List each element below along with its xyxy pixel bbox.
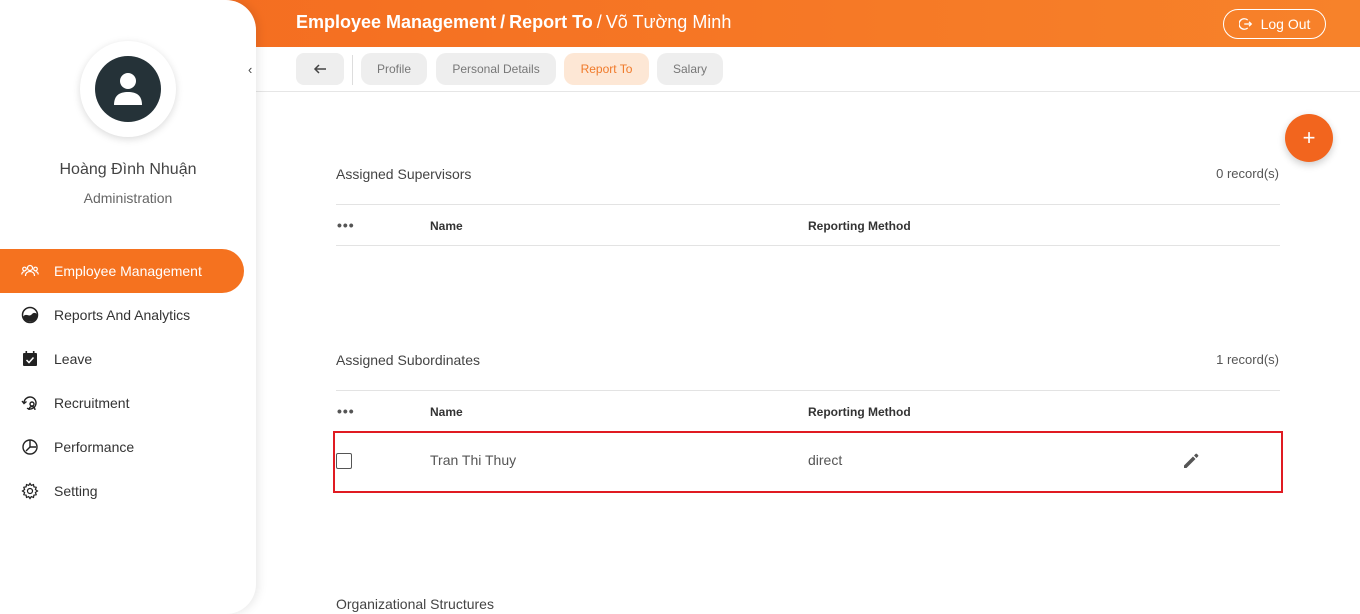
- org-structures-title: Organizational Structures: [336, 596, 494, 612]
- user-role: Administration: [83, 190, 173, 206]
- tabs-bar: Profile Personal Details Report To Salar…: [256, 47, 1360, 92]
- back-button[interactable]: [296, 53, 344, 85]
- add-button[interactable]: +: [1285, 114, 1333, 162]
- row-highlight-box: [333, 431, 1283, 493]
- tab-salary[interactable]: Salary: [657, 53, 723, 85]
- sidebar-item-reports-and-analytics[interactable]: Reports And Analytics: [0, 293, 244, 337]
- logout-button[interactable]: Log Out: [1223, 9, 1326, 39]
- supervisors-title: Assigned Supervisors: [336, 166, 472, 182]
- subordinates-title: Assigned Subordinates: [336, 352, 480, 368]
- breadcrumb: Employee Management / Report To / Võ Tường M…: [296, 12, 731, 33]
- avatar[interactable]: [80, 41, 176, 137]
- tab-personal-details[interactable]: Personal Details: [436, 53, 556, 85]
- user-icon: [114, 73, 142, 105]
- sidebar-item-label: Employee Management: [54, 263, 202, 279]
- calendar-check-icon: [21, 350, 39, 368]
- more-options-icon[interactable]: •••: [337, 403, 355, 419]
- supervisors-record-count: 0 record(s): [1216, 166, 1279, 181]
- more-options-icon[interactable]: •••: [337, 217, 355, 233]
- sidebar-item-label: Performance: [54, 439, 135, 455]
- divider: [352, 55, 353, 85]
- app-root: Employee Management / Report To / Võ Tường M…: [0, 0, 1360, 614]
- users-icon: [21, 262, 39, 280]
- logout-label: Log Out: [1260, 16, 1311, 32]
- sidebar: Hoàng Đình Nhuận Administration Employee…: [0, 0, 256, 614]
- analytics-icon: [21, 306, 39, 324]
- sidebar-item-performance[interactable]: Performance: [0, 425, 244, 469]
- subordinates-table-header: ••• Name Reporting Method: [336, 390, 1280, 432]
- collapse-sidebar-icon[interactable]: ‹: [248, 62, 252, 77]
- sidebar-item-label: Reports And Analytics: [54, 307, 191, 323]
- sidebar-item-setting[interactable]: Setting: [0, 469, 244, 513]
- recruitment-icon: [21, 394, 39, 412]
- performance-icon: [21, 438, 39, 456]
- sidebar-item-employee-management[interactable]: Employee Management: [0, 249, 244, 293]
- sidebar-item-label: Setting: [54, 483, 98, 499]
- avatar-circle: [95, 56, 161, 122]
- sidebar-nav: Employee Management Reports And Analytic…: [0, 249, 256, 513]
- sidebar-item-leave[interactable]: Leave: [0, 337, 244, 381]
- breadcrumb-separator: /: [596, 12, 602, 32]
- column-name: Name: [430, 219, 463, 233]
- column-reporting-method: Reporting Method: [808, 405, 911, 419]
- sidebar-item-recruitment[interactable]: Recruitment: [0, 381, 244, 425]
- supervisors-table-header: ••• Name Reporting Method: [336, 204, 1280, 246]
- tab-profile[interactable]: Profile: [361, 53, 427, 85]
- gear-icon: [21, 482, 39, 500]
- column-name: Name: [430, 405, 463, 419]
- sidebar-item-label: Leave: [54, 351, 93, 367]
- arrow-left-icon: [313, 64, 326, 74]
- sidebar-item-label: Recruitment: [54, 395, 130, 411]
- user-name: Hoàng Đình Nhuận: [59, 161, 197, 178]
- breadcrumb-employee-management[interactable]: Employee Management: [296, 12, 496, 32]
- breadcrumb-separator: /: [500, 12, 506, 32]
- breadcrumb-employee-name: Võ Tường Minh: [605, 12, 732, 32]
- tab-report-to[interactable]: Report To: [564, 53, 649, 85]
- column-reporting-method: Reporting Method: [808, 219, 911, 233]
- breadcrumb-report-to[interactable]: Report To: [509, 12, 593, 32]
- logout-icon: [1238, 18, 1252, 30]
- subordinates-record-count: 1 record(s): [1216, 352, 1279, 367]
